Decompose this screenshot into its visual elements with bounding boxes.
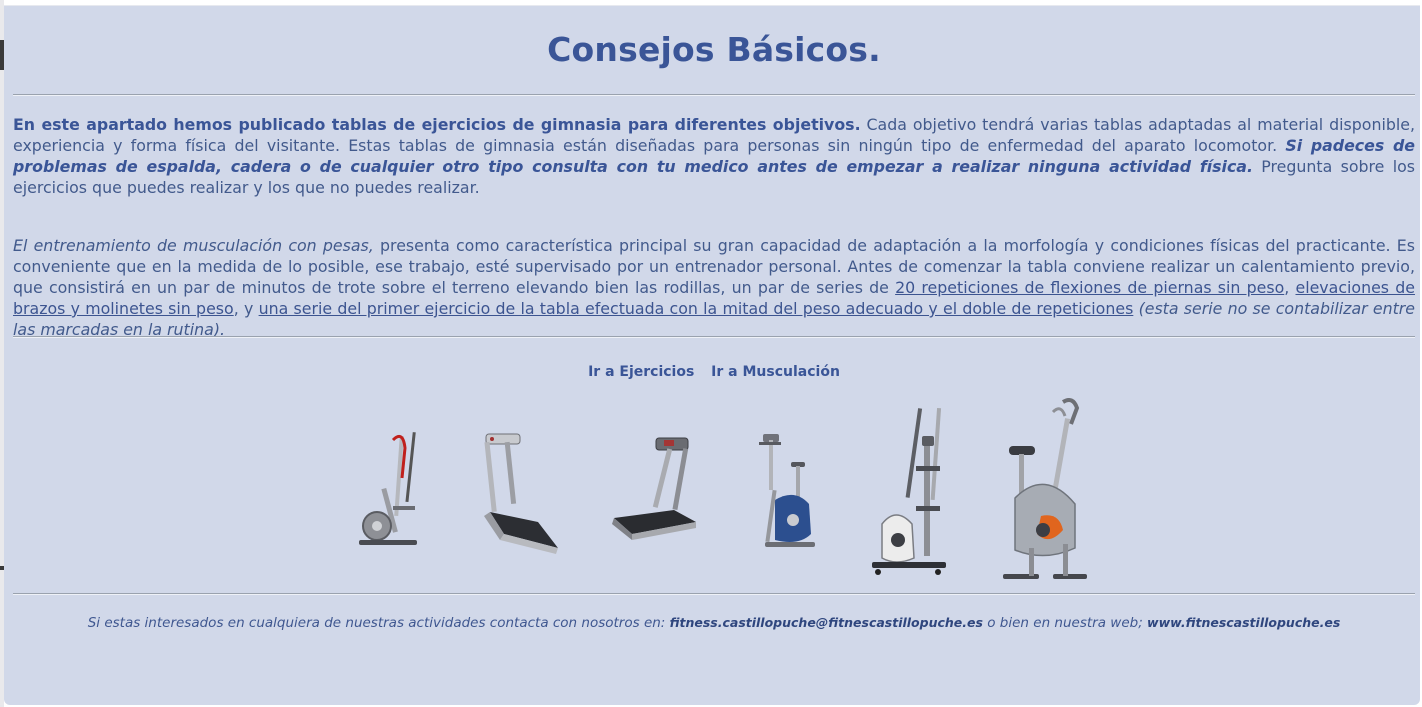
footer-website: www.fitnescastillopuche.es [1147, 615, 1341, 630]
page-panel: Consejos Básicos. En este apartado hemos… [4, 5, 1420, 705]
footer-text-mid: o bien en nuestra web; [982, 615, 1148, 631]
elliptical-2-image [872, 407, 946, 575]
link-first-exercise-series[interactable]: una serie del primer ejercicio de la tab… [259, 299, 1134, 318]
link-leg-flexions[interactable]: 20 repeticiones de flexiones de piernas … [895, 278, 1284, 297]
nav-links: Ir a Ejercicios Ir a Musculación [13, 364, 1415, 380]
exercise-bike-1-image [759, 434, 815, 547]
divider-top [13, 94, 1415, 96]
link-ir-a-ejercicios[interactable]: Ir a Ejercicios [588, 364, 694, 380]
intro-paragraph: En este apartado hemos publicado tablas … [13, 114, 1415, 198]
footer-email: fitness.castillopuche@fitnescastillopuch… [669, 615, 983, 630]
exercise-bike-2-image [1003, 398, 1087, 579]
page-title: Consejos Básicos. [547, 30, 881, 69]
footer-text: Si estas interesados en cualquiera de nu… [87, 615, 670, 631]
divider-bottom [13, 593, 1415, 595]
link-ir-a-musculacion[interactable]: Ir a Musculación [711, 364, 840, 380]
treadmill-2-image [612, 437, 696, 540]
divider-middle [13, 336, 1415, 338]
elliptical-1-image [359, 432, 417, 545]
training-sep: , y [233, 299, 259, 318]
contact-footer: Si estas interesados en cualquiera de nu… [13, 615, 1415, 631]
machines-gallery [13, 398, 1415, 588]
training-paragraph: El entrenamiento de musculación con pesa… [13, 235, 1415, 340]
treadmill-1-image [484, 433, 558, 554]
training-sep: , [1284, 278, 1296, 297]
intro-bold-lead: En este apartado hemos publicado tablas … [13, 115, 861, 134]
training-italic-lead: El entrenamiento de musculación con pesa… [13, 236, 374, 255]
